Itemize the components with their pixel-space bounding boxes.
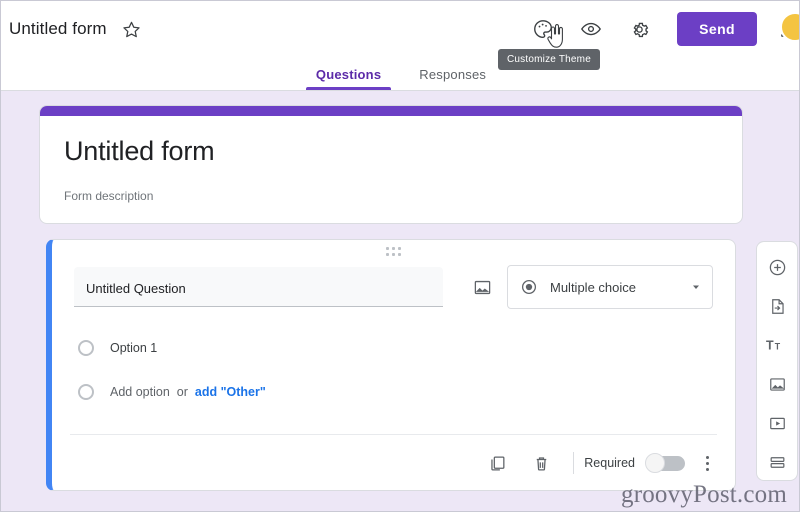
add-title-description-icon[interactable]: T T	[760, 328, 794, 362]
add-image-icon[interactable]	[465, 270, 499, 304]
chevron-down-icon	[693, 285, 699, 289]
required-toggle[interactable]	[645, 452, 685, 473]
question-footer-toolbar: Required	[475, 446, 721, 480]
header-card-body: Untitled form Form description	[40, 116, 742, 223]
required-label: Required	[584, 456, 635, 470]
question-card: Multiple choice Option 1 Add option or a…	[46, 239, 736, 491]
form-header-description[interactable]: Form description	[64, 189, 718, 203]
add-item-toolbar: T T	[756, 241, 798, 481]
drag-handle-icon[interactable]	[385, 247, 402, 257]
question-title-wrap	[74, 267, 443, 307]
add-other-link[interactable]: add "Other"	[195, 385, 266, 399]
form-canvas: Untitled form Form description Untitled …	[1, 92, 799, 511]
options-list: Option 1 Add option or add "Other"	[52, 309, 735, 409]
add-option-label[interactable]: Add option	[110, 385, 170, 399]
add-question-icon[interactable]	[760, 250, 794, 284]
top-app-bar: Untitled form Send	[1, 1, 799, 57]
question-type-select[interactable]: Multiple choice	[507, 265, 713, 309]
radio-selected-icon	[521, 279, 537, 295]
palette-icon[interactable]	[525, 11, 561, 47]
form-header-title[interactable]: Untitled form	[64, 136, 718, 167]
copy-icon[interactable]	[480, 446, 514, 480]
add-section-icon[interactable]	[760, 445, 794, 479]
star-outline-icon[interactable]	[119, 16, 145, 42]
or-label: or	[176, 385, 188, 399]
editor-tabs: Questions Responses	[1, 57, 799, 91]
tooltip-customize-theme: Customize Theme	[498, 49, 600, 70]
radio-outline-icon	[78, 384, 94, 400]
svg-text:T: T	[766, 338, 774, 352]
send-button[interactable]: Send	[677, 12, 757, 46]
svg-text:T: T	[775, 341, 781, 351]
gear-icon[interactable]	[621, 11, 657, 47]
trash-icon[interactable]	[524, 446, 558, 480]
tab-responses[interactable]: Responses	[409, 63, 496, 90]
question-more-options-icon[interactable]	[693, 446, 721, 480]
toggle-knob	[645, 452, 665, 473]
eye-icon[interactable]	[573, 11, 609, 47]
tab-questions[interactable]: Questions	[305, 63, 392, 90]
option-row[interactable]: Option 1	[78, 331, 713, 365]
import-questions-icon[interactable]	[760, 289, 794, 323]
question-type-label: Multiple choice	[550, 279, 636, 295]
option-label[interactable]: Option 1	[110, 341, 157, 355]
add-option-row[interactable]: Add option or add "Other"	[78, 375, 713, 409]
form-header-card: Untitled form Form description	[39, 105, 743, 224]
add-video-icon[interactable]	[760, 406, 794, 440]
add-image-icon[interactable]	[760, 367, 794, 401]
header-accent-bar	[40, 106, 742, 116]
footer-divider	[573, 452, 575, 474]
radio-outline-icon	[78, 340, 94, 356]
question-footer-divider	[70, 434, 717, 435]
google-forms-editor: Untitled form Send Customize Theme Quest…	[0, 0, 800, 512]
question-title-input[interactable]	[74, 267, 443, 307]
form-title[interactable]: Untitled form	[9, 19, 107, 39]
